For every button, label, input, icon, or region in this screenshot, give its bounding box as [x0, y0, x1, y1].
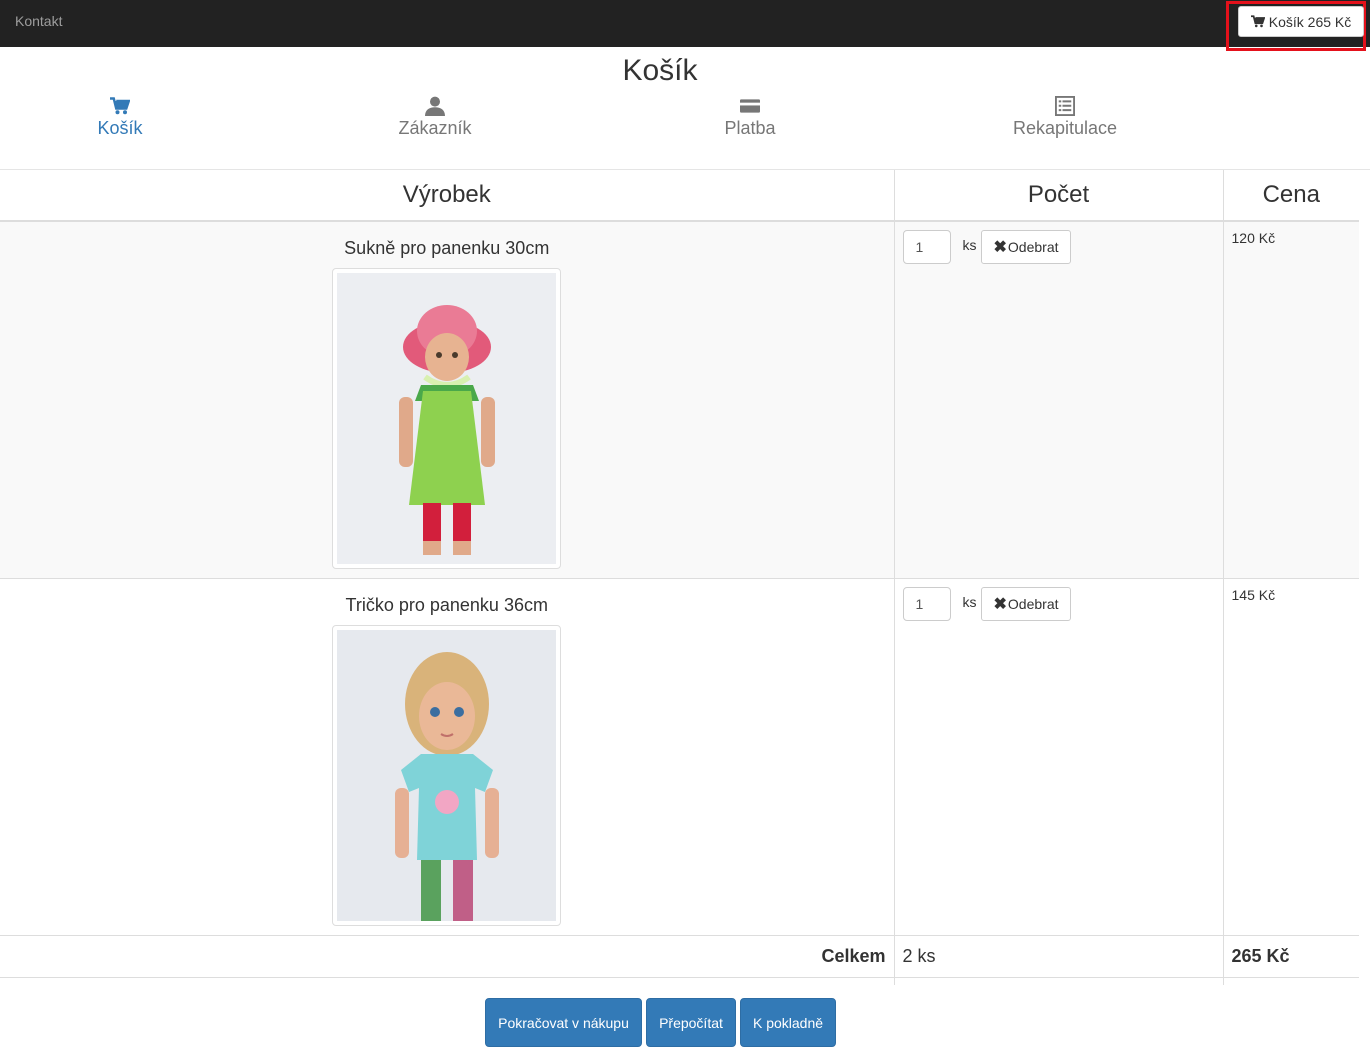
credit-card-icon — [650, 96, 850, 118]
step-summary[interactable]: Rekapitulace — [965, 96, 1165, 139]
step-payment[interactable]: Platba — [650, 96, 850, 139]
quantity-unit: ks — [962, 237, 977, 253]
step-label: Rekapitulace — [1012, 118, 1118, 138]
quantity-input[interactable] — [902, 586, 951, 621]
step-label: Košík — [97, 118, 143, 138]
remove-label: Odebrat — [1007, 239, 1059, 255]
top-navbar: Kontakt Košík 265 Kč — [0, 0, 1370, 51]
remove-item-button[interactable]: ✖ Odebrat — [980, 586, 1071, 621]
table-row: Sukně pro panenku 30cm 1 ks ✖ Odebrat 12… — [0, 220, 1359, 578]
product-cell: Tričko pro panenku 36cm — [0, 577, 894, 935]
product-name[interactable]: Tričko pro panenku 36cm — [8, 595, 886, 616]
table-bottom-border — [0, 977, 1359, 978]
remove-icon: ✖ — [993, 239, 1007, 256]
table-header-row: Výrobek Počet Cena — [0, 170, 1359, 222]
cart-icon — [20, 96, 220, 118]
price-cell: 145 Kč — [1222, 577, 1359, 935]
product-name[interactable]: Sukně pro panenku 30cm — [8, 238, 886, 259]
cart-summary-label: Košík 265 Kč — [1268, 13, 1352, 30]
step-customer[interactable]: Zákazník — [335, 96, 535, 139]
product-cell: Sukně pro panenku 30cm — [0, 220, 894, 578]
table-row: Tričko pro panenku 36cm 1 ks ✖ Odebrat 1… — [0, 577, 1359, 935]
column-header-price: Cena — [1222, 170, 1359, 222]
checkout-button[interactable]: K pokladně — [740, 998, 836, 1047]
page-title: Košík — [622, 54, 698, 87]
remove-item-button[interactable]: ✖ Odebrat — [980, 230, 1071, 264]
list-icon — [965, 96, 1165, 118]
quantity-cell: ks ✖ Odebrat — [893, 220, 1223, 578]
step-cart[interactable]: Košík — [20, 96, 220, 139]
doll-blue-shirt-photo — [337, 629, 557, 921]
step-label: Platba — [724, 118, 776, 138]
cart-icon — [1250, 15, 1265, 28]
continue-shopping-button[interactable]: Pokračovat v nákupu — [485, 998, 642, 1047]
product-thumbnail[interactable] — [332, 624, 562, 926]
product-thumbnail[interactable] — [332, 268, 562, 569]
price-cell: 120 Kč — [1222, 220, 1359, 578]
cart-actions: Pokračovat v nákupu Přepočítat K pokladn… — [485, 998, 836, 1047]
recalculate-button[interactable]: Přepočítat — [646, 998, 736, 1047]
doll-green-dress-photo — [337, 273, 557, 564]
cart-table: Výrobek Počet Cena Sukně pro panenku 30c… — [0, 170, 1359, 985]
contact-link[interactable]: Kontakt — [15, 13, 62, 29]
remove-label: Odebrat — [1007, 595, 1059, 612]
cart-summary-button[interactable]: Košík 265 Kč — [1238, 6, 1364, 37]
quantity-cell: ks ✖ Odebrat — [893, 577, 1223, 935]
step-label: Zákazník — [398, 118, 472, 138]
column-header-product: Výrobek — [0, 170, 894, 222]
remove-icon: ✖ — [993, 595, 1007, 613]
quantity-unit: ks — [962, 593, 977, 610]
user-icon — [335, 96, 535, 118]
quantity-input[interactable] — [902, 230, 951, 264]
column-header-quantity: Počet — [893, 170, 1223, 222]
